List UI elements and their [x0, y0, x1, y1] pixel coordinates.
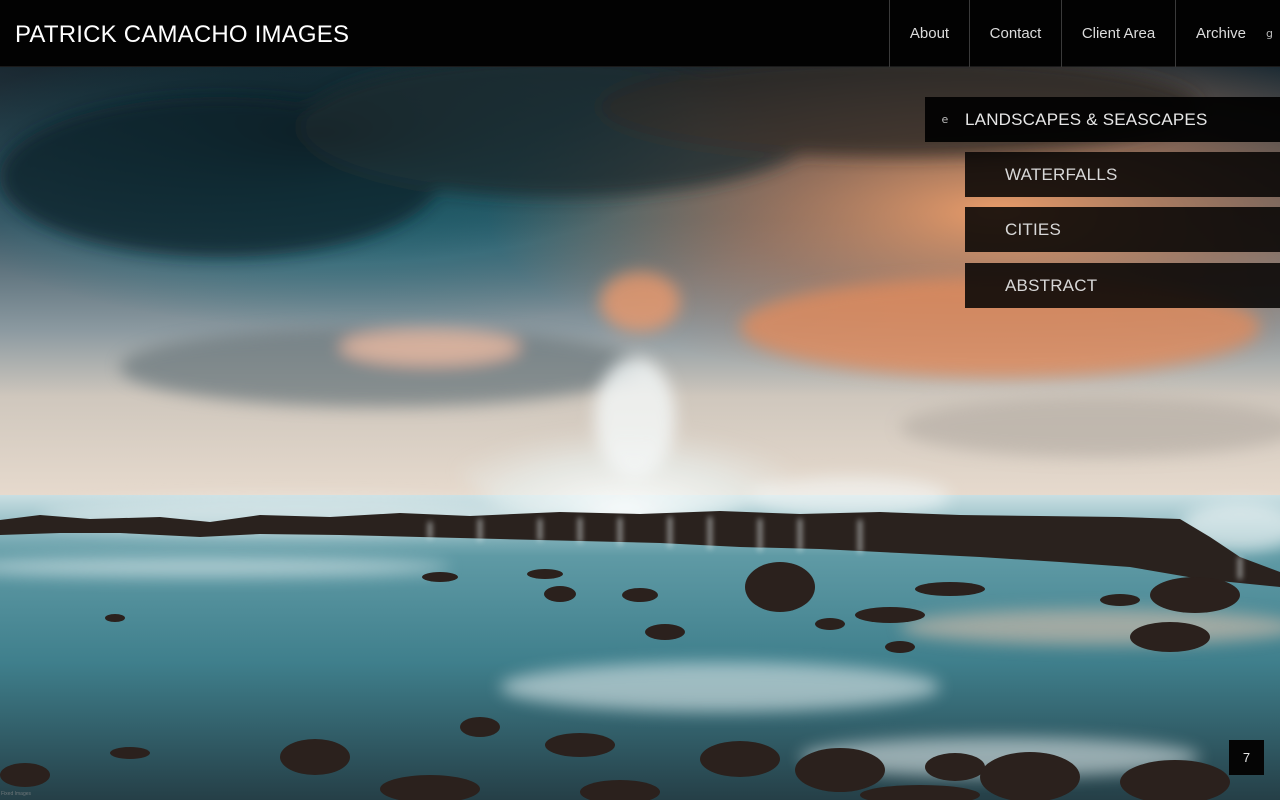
main-nav: About Contact Client Area Archive g — [889, 0, 1280, 67]
nav-about[interactable]: About — [889, 0, 969, 67]
nav-archive-label: Archive — [1196, 25, 1247, 42]
gallery-menu-cities[interactable]: CITIES — [965, 207, 1280, 252]
gallery-menu-label: LANDSCAPES & SEASCAPES — [965, 109, 1208, 129]
gallery-menu-abstract[interactable]: ABSTRACT — [965, 263, 1280, 308]
slide-counter[interactable]: 7 — [1229, 740, 1264, 775]
nav-archive[interactable]: Archive g — [1175, 0, 1280, 67]
menu-toggle-icon[interactable]: g — [1266, 27, 1273, 40]
footer-credit: Fixed Images — [1, 791, 32, 797]
top-bar: PATRICK CAMACHO IMAGES About Contact Cli… — [0, 0, 1280, 67]
site-title[interactable]: PATRICK CAMACHO IMAGES — [15, 21, 349, 49]
gallery-menu-landscapes-seascapes[interactable]: e LANDSCAPES & SEASCAPES — [925, 97, 1280, 142]
nav-client-area[interactable]: Client Area — [1061, 0, 1175, 67]
nav-contact[interactable]: Contact — [969, 0, 1061, 67]
gallery-arrow-icon: e — [941, 113, 949, 126]
gallery-menu-waterfalls[interactable]: WATERFALLS — [965, 152, 1280, 197]
